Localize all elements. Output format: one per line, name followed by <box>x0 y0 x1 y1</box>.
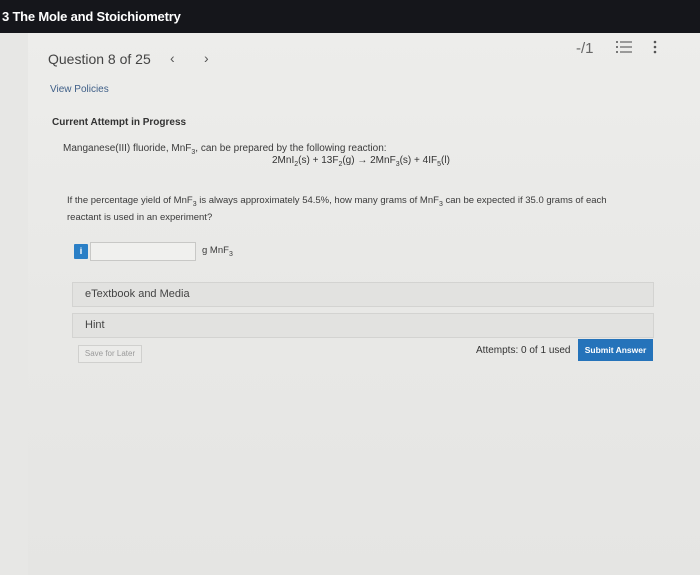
question-counter: Question 8 of 25 <box>48 51 151 67</box>
list-icon[interactable] <box>616 40 632 54</box>
hint-panel[interactable]: Hint <box>72 313 654 338</box>
attempt-heading: Current Attempt in Progress <box>52 117 187 128</box>
info-icon[interactable]: i <box>74 244 88 259</box>
course-title: 3 The Mole and Stoichiometry <box>2 9 181 24</box>
view-policies-link[interactable]: View Policies <box>50 84 109 95</box>
save-for-later-button[interactable]: Save for Later <box>78 345 142 363</box>
etextbook-panel[interactable]: eTextbook and Media <box>72 282 654 307</box>
score-display: -/1 <box>576 40 594 57</box>
kebab-menu-icon[interactable] <box>652 40 658 54</box>
attempts-counter: Attempts: 0 of 1 used <box>476 345 571 356</box>
answer-input[interactable] <box>90 242 196 261</box>
answer-unit: g MnF3 <box>202 245 233 258</box>
top-bar: 3 The Mole and Stoichiometry <box>0 0 700 33</box>
submit-answer-button[interactable]: Submit Answer <box>578 339 653 361</box>
previous-question-icon[interactable]: ‹ <box>170 50 175 66</box>
next-question-icon[interactable]: › <box>204 50 209 66</box>
reaction-equation: 2MnI2(s) + 13F2(g) → 2MnF3(s) + 4IF5(l) <box>272 155 450 168</box>
question-text: If the percentage yield of MnF3 is alway… <box>67 195 607 223</box>
